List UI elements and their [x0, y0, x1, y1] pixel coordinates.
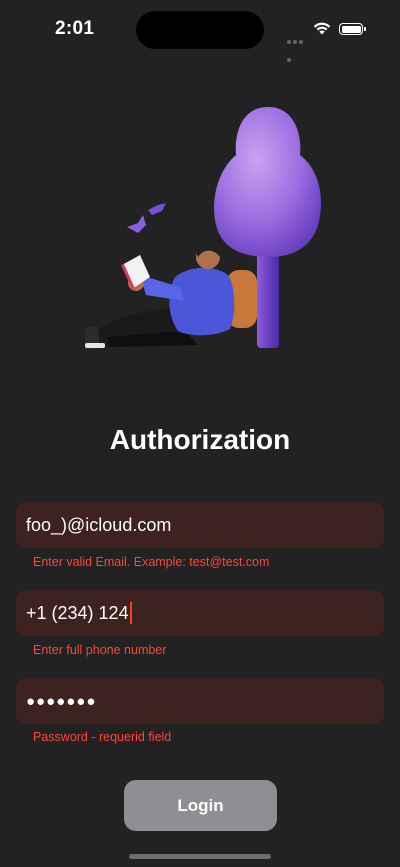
tree-crown [214, 107, 321, 257]
tree-trunk [257, 245, 279, 348]
status-bar: 2:01 [0, 0, 400, 62]
wifi-icon [313, 22, 331, 35]
reading-person-illustration [85, 107, 321, 349]
email-value: foo_)@icloud.com [26, 514, 172, 535]
signal-icon [287, 31, 309, 62]
battery-icon [339, 23, 366, 35]
password-error: Password - requerid field [33, 730, 172, 744]
dynamic-island [136, 11, 264, 49]
login-button[interactable]: Login [124, 780, 277, 831]
text-cursor [129, 602, 132, 624]
page-title: Authorization [109, 424, 291, 455]
email-error: Enter valid Email. Example: test@test.co… [33, 555, 270, 569]
bird-left [127, 215, 146, 233]
password-field[interactable]: ●●●●●●● [16, 678, 384, 724]
phone-value: +1 (234) 124 [26, 602, 129, 623]
shoe-sole [85, 343, 105, 348]
password-value: ●●●●●●● [26, 692, 97, 710]
torso [169, 267, 235, 336]
phone-field[interactable]: +1 (234) 124 [16, 590, 384, 636]
home-indicator[interactable] [129, 854, 271, 859]
phone-error: Enter full phone number [33, 643, 167, 657]
email-field[interactable]: foo_)@icloud.com [16, 502, 384, 548]
bird-right [148, 203, 166, 215]
status-time: 2:01 [55, 18, 95, 39]
